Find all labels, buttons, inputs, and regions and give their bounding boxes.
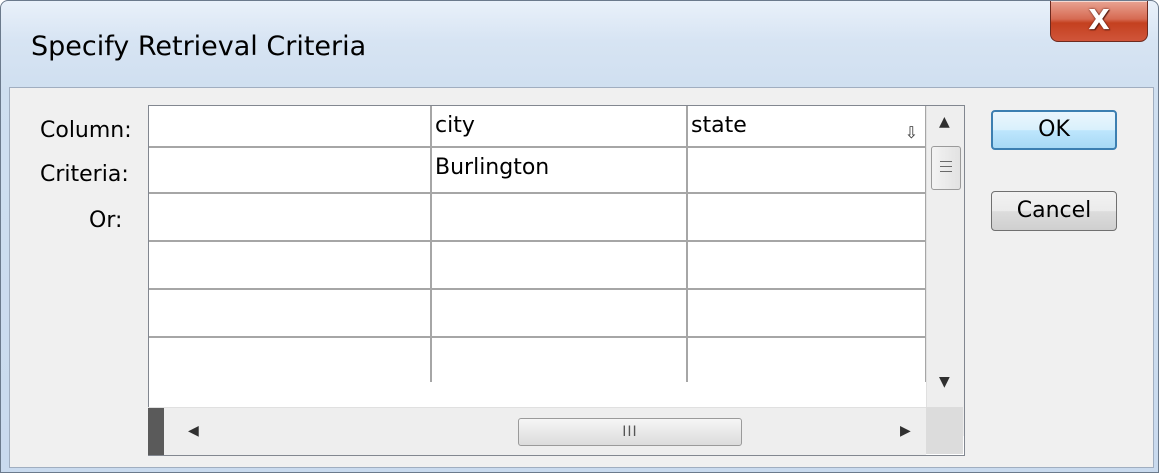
grid-empty-area [149,382,927,407]
or-cell-2-1[interactable] [149,242,430,288]
ok-button[interactable]: OK [991,110,1117,150]
grid-line [430,106,432,382]
criteria-cell-city[interactable]: Burlington [432,148,686,192]
grid-line [149,336,927,338]
or-cell-4-2[interactable] [432,338,686,382]
row-indicator-block [148,408,164,455]
vertical-scrollbar[interactable]: ▲ ▼ [926,106,964,436]
column-cell-state[interactable]: state ⇩ [688,106,926,146]
scroll-right-icon[interactable]: ▶ [900,423,911,439]
cancel-button[interactable]: Cancel [991,191,1117,231]
grid-line [149,192,927,194]
or-label: Or: [89,208,123,233]
or-cell-3-2[interactable] [432,290,686,336]
or-cell-1-2[interactable] [432,194,686,240]
criteria-cell-1[interactable] [149,148,430,192]
or-cell-4-1[interactable] [149,338,430,382]
criteria-label: Criteria: [40,162,129,187]
or-cell-2-2[interactable] [432,242,686,288]
or-cell-1-1[interactable] [149,194,430,240]
horizontal-scroll-thumb[interactable]: III [518,418,742,446]
scroll-down-icon[interactable]: ▼ [939,374,950,390]
column-label: Column: [40,118,132,143]
close-icon: X [1088,3,1110,36]
grid-line [149,240,927,242]
dialog-client-area: Column: Criteria: Or: city state ⇩ Burli… [9,87,1154,468]
close-button[interactable]: X [1050,1,1148,42]
criteria-cell-state[interactable] [688,148,926,192]
or-cell-1-3[interactable] [688,194,926,240]
column-cell-state-text: state [691,113,747,138]
column-cell-1[interactable] [149,106,430,146]
or-cell-3-3[interactable] [688,290,926,336]
or-cell-2-3[interactable] [688,242,926,288]
scroll-up-icon[interactable]: ▲ [939,114,950,130]
grid-line [149,288,927,290]
scrollbar-corner [926,407,963,454]
vertical-scroll-thumb[interactable] [931,146,961,190]
grid-line [686,106,688,382]
or-cell-4-3[interactable] [688,338,926,382]
column-cell-city[interactable]: city [432,106,686,146]
criteria-grid: city state ⇩ Burlington [148,105,965,456]
dialog-window: Specify Retrieval Criteria X Column: Cri… [0,0,1159,473]
dialog-title: Specify Retrieval Criteria [31,31,367,62]
scroll-left-icon[interactable]: ◀ [188,423,199,439]
grid-line [149,146,927,148]
or-cell-3-1[interactable] [149,290,430,336]
horizontal-scrollbar[interactable]: ◀ III ▶ [148,407,926,455]
